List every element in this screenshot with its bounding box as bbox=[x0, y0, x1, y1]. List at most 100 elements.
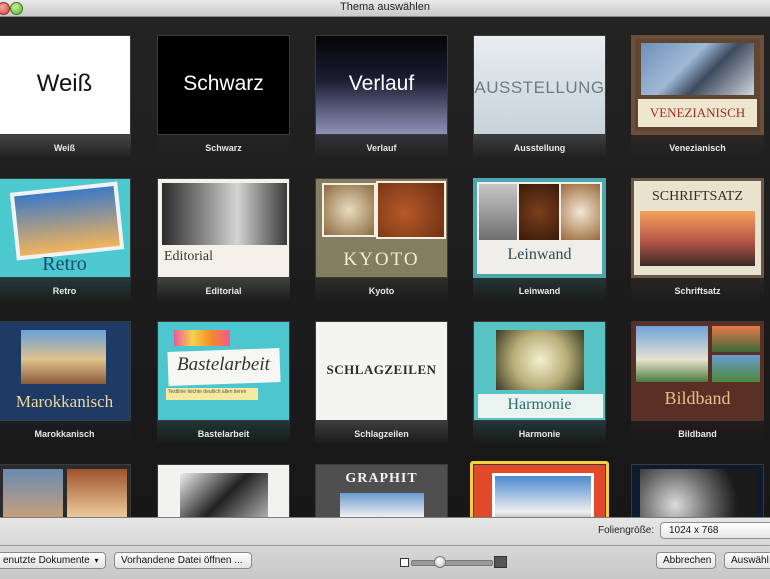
theme-tile-row4-2[interactable] bbox=[157, 464, 290, 517]
thumbnail-title: Marokkanisch bbox=[15, 392, 114, 411]
theme-label: Bildband bbox=[678, 429, 717, 439]
theme-thumbnail: SCHLAGZEILEN bbox=[315, 321, 448, 421]
thumbnail-title: SCHLAGZEILEN bbox=[326, 362, 437, 377]
theme-tile-editorial[interactable]: Editorial Editorial bbox=[157, 178, 290, 302]
small-thumbnail-icon[interactable] bbox=[400, 558, 409, 567]
theme-thumbnail: Leinwand bbox=[473, 178, 606, 278]
interior-photo bbox=[67, 469, 127, 517]
flower-photo bbox=[496, 330, 584, 390]
theme-thumbnail: GRAPHIT bbox=[315, 464, 448, 517]
theme-thumbnail: Harmonie bbox=[473, 321, 606, 421]
thumbnail-title: Bildband bbox=[664, 388, 731, 408]
theme-thumbnail: VENEZIANISCH bbox=[631, 35, 764, 135]
theme-thumbnail: Bildband bbox=[631, 321, 764, 421]
theme-thumbnail bbox=[631, 464, 764, 517]
thumbnail-title: Weiß bbox=[36, 70, 93, 97]
theme-tile-kyoto[interactable]: KYOTO Kyoto bbox=[315, 178, 448, 302]
theme-gallery: Weiß Weiß Schwarz Schwarz Verlauf Verlau… bbox=[0, 17, 770, 517]
thumbnail-title: KYOTO bbox=[343, 249, 420, 270]
thumbnail-title: Bastelarbeit bbox=[177, 354, 270, 375]
theme-label: Retro bbox=[52, 286, 77, 296]
canister-photo bbox=[479, 184, 517, 240]
mountain-photo bbox=[340, 493, 424, 517]
theme-label: Editorial bbox=[205, 286, 242, 296]
theme-label: Schlagzeilen bbox=[354, 429, 409, 439]
theme-tile-bastelarbeit[interactable]: Bastelarbeit Textlinie leichte deutlich … bbox=[157, 321, 290, 445]
theme-tile-selected[interactable] bbox=[470, 461, 609, 517]
theme-thumbnail: Schwarz bbox=[157, 35, 290, 135]
theme-tile-venezianisch[interactable]: VENEZIANISCH Venezianisch bbox=[631, 35, 764, 159]
theme-tile-ausstellung[interactable]: AUSSTELLUNG Ausstellung bbox=[473, 35, 606, 159]
thumbnail-subtitle: Textlinie leichte deutlich allen tieren bbox=[168, 389, 247, 395]
architecture-photo bbox=[180, 473, 268, 517]
recent-documents-label: enutzte Dokumente bbox=[3, 555, 90, 566]
cancel-button[interactable]: Abbrechen bbox=[656, 552, 716, 569]
theme-thumbnail: Retro bbox=[0, 178, 131, 278]
theme-thumbnail bbox=[473, 464, 606, 517]
theme-tile-bildband[interactable]: Bildband Bildband bbox=[631, 321, 764, 445]
thumbnail-title: Leinwand bbox=[507, 246, 572, 263]
theme-label: Weiß bbox=[53, 143, 76, 153]
theme-tile-harmonie[interactable]: Harmonie Harmonie bbox=[473, 321, 606, 445]
theme-tile-schwarz[interactable]: Schwarz Schwarz bbox=[157, 35, 290, 159]
landscape-photo-2 bbox=[712, 355, 760, 382]
recent-documents-button[interactable]: enutzte Dokumente ▾ bbox=[0, 552, 106, 569]
thumbnail-title: Editorial bbox=[164, 249, 213, 264]
zoom-slider-track[interactable] bbox=[411, 560, 493, 566]
theme-label: Bastelarbeit bbox=[197, 429, 250, 439]
theme-label: Harmonie bbox=[518, 429, 561, 439]
theme-thumbnail: Verlauf bbox=[315, 35, 448, 135]
theme-label: Schwarz bbox=[205, 143, 242, 153]
teapot-photo bbox=[376, 181, 446, 239]
window-title: Thema auswählen bbox=[340, 1, 430, 13]
thumbnail-title: Verlauf bbox=[348, 72, 415, 95]
theme-thumbnail: AUSSTELLUNG bbox=[473, 35, 606, 135]
slide-size-select[interactable]: 1024 x 768 bbox=[660, 522, 770, 539]
theme-label: Marokkanisch bbox=[34, 429, 95, 439]
surfboard-photo bbox=[9, 181, 125, 261]
thumbnail-title: AUSSTELLUNG bbox=[474, 78, 605, 97]
theme-label: Verlauf bbox=[366, 143, 397, 153]
theme-tile-graphit[interactable]: GRAPHIT bbox=[315, 464, 448, 517]
toolbar-divider bbox=[0, 545, 770, 546]
theme-tile-verlauf[interactable]: Verlauf Verlauf bbox=[315, 35, 448, 159]
houses-photo bbox=[640, 211, 755, 266]
hillside-town-photo bbox=[21, 330, 106, 384]
cyclist-photo bbox=[492, 473, 594, 517]
theme-label: Venezianisch bbox=[669, 143, 726, 153]
theme-tile-row4-5[interactable] bbox=[631, 464, 764, 517]
theme-tile-schriftsatz[interactable]: SCHRIFTSATZ Schriftsatz bbox=[631, 178, 764, 302]
thumbnail-title: VENEZIANISCH bbox=[649, 105, 746, 120]
zoom-slider-knob[interactable] bbox=[434, 556, 446, 568]
theme-tile-row4-1[interactable] bbox=[0, 464, 131, 517]
slide-size-label: Foliengröße: bbox=[598, 525, 655, 536]
thumbnail-title: Harmonie bbox=[507, 396, 572, 413]
theme-tile-leinwand[interactable]: Leinwand Leinwand bbox=[473, 178, 606, 302]
theme-thumbnail: Marokkanisch bbox=[0, 321, 131, 421]
chevron-down-icon: ▾ bbox=[94, 556, 99, 565]
coffee-beans-photo bbox=[519, 184, 559, 240]
theme-tile-weiss[interactable]: Weiß Weiß bbox=[0, 35, 131, 159]
theme-thumbnail bbox=[0, 464, 131, 517]
theme-thumbnail: KYOTO bbox=[315, 178, 448, 278]
theme-thumbnail bbox=[157, 464, 290, 517]
theme-tile-marokkanisch[interactable]: Marokkanisch Marokkanisch bbox=[0, 321, 131, 445]
open-existing-file-button[interactable]: Vorhandene Datei öffnen ... bbox=[114, 552, 252, 569]
house-photo bbox=[3, 469, 63, 517]
tea-photo bbox=[322, 183, 376, 237]
thumbnail-title: SCHRIFTSATZ bbox=[651, 189, 744, 204]
theme-label: Schriftsatz bbox=[674, 286, 721, 296]
theme-thumbnail: Bastelarbeit Textlinie leichte deutlich … bbox=[157, 321, 290, 421]
coffee-cup-photo bbox=[561, 184, 600, 240]
theme-label: Kyoto bbox=[368, 286, 395, 296]
thumbnail-title: GRAPHIT bbox=[345, 471, 418, 486]
large-thumbnail-icon[interactable] bbox=[494, 556, 507, 568]
landscape-photo-1 bbox=[712, 326, 760, 352]
building-photo bbox=[641, 43, 754, 95]
choose-button[interactable]: Auswähl bbox=[724, 552, 770, 569]
theme-label: Ausstellung bbox=[513, 143, 566, 153]
theme-tile-schlagzeilen[interactable]: SCHLAGZEILEN Schlagzeilen bbox=[315, 321, 448, 445]
thumbnail-title: Retro bbox=[42, 253, 87, 275]
theme-tile-retro[interactable]: Retro Retro bbox=[0, 178, 131, 302]
bottom-toolbar: Foliengröße: 1024 x 768 enutzte Dokument… bbox=[0, 517, 770, 579]
